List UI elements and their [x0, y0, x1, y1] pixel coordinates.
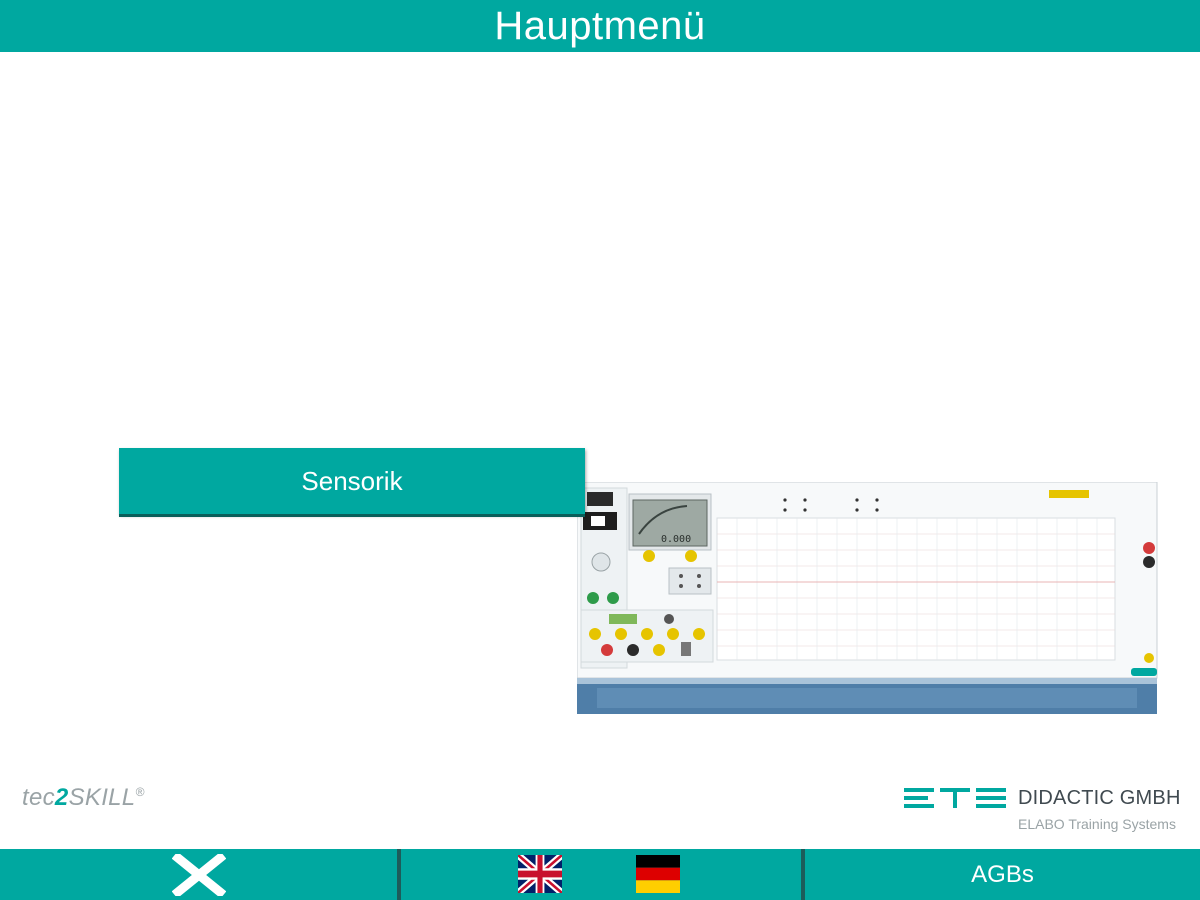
- svg-text:0.000: 0.000: [661, 534, 691, 545]
- header-bar: Hauptmenü: [0, 0, 1200, 52]
- close-icon: [171, 853, 226, 896]
- tec2skill-logo: tec2SKILL®: [22, 784, 145, 811]
- page-title: Hauptmenü: [494, 3, 706, 48]
- menu-button-sensorik[interactable]: Sensorik: [119, 448, 585, 514]
- company-name: DIDACTIC GMBH: [1018, 786, 1181, 809]
- menu-button-label: Sensorik: [301, 465, 403, 496]
- german-flag-icon[interactable]: [636, 855, 680, 893]
- training-device-image: 0.000: [577, 482, 1158, 714]
- company-tagline: ELABO Training Systems: [1018, 816, 1176, 832]
- ets-didactic-logo: DIDACTIC GMBH ELABO Training Systems: [904, 786, 1194, 832]
- language-selector: [401, 849, 801, 900]
- footer-bar: AGBs: [0, 849, 1200, 900]
- agb-label: AGBs: [971, 860, 1034, 888]
- uk-flag-icon[interactable]: [518, 855, 562, 893]
- agb-button[interactable]: AGBs: [805, 849, 1200, 900]
- close-button[interactable]: [0, 849, 397, 900]
- ets-logo-icon: [904, 788, 1006, 808]
